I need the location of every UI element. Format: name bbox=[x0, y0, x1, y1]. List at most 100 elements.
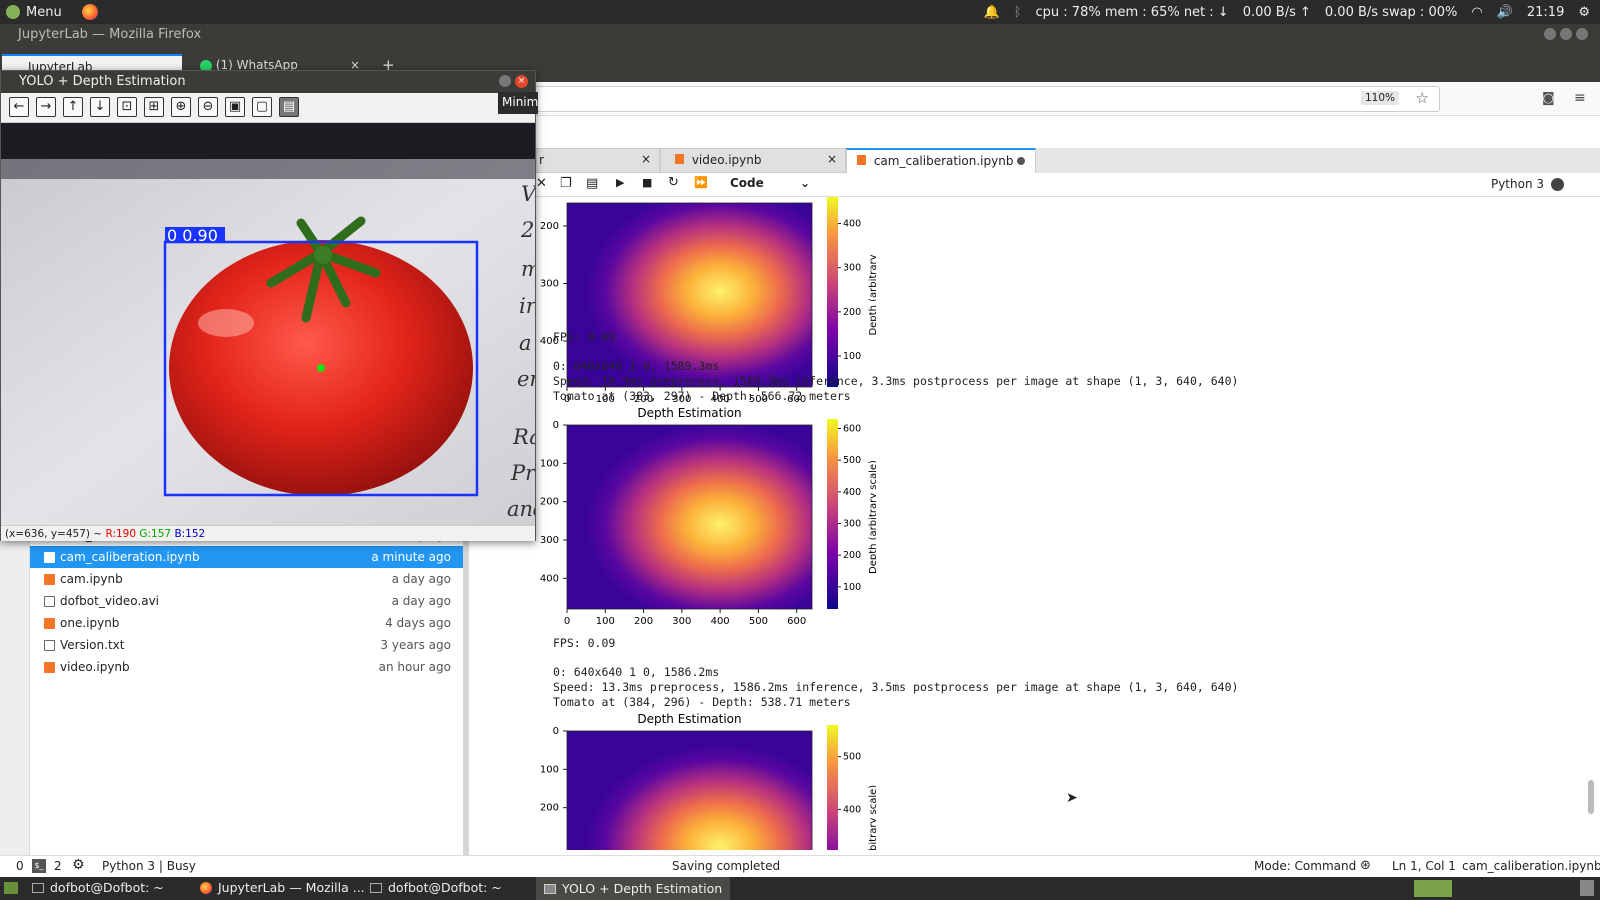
run-all-icon[interactable]: ⏩ bbox=[694, 176, 708, 189]
detection-center-point bbox=[317, 364, 325, 372]
close-tab-icon[interactable]: × bbox=[827, 152, 837, 166]
kernel-status[interactable]: Python 3 | Busy bbox=[102, 859, 196, 873]
x-tick-label: 0 bbox=[564, 616, 570, 627]
firefox-window-controls bbox=[1544, 28, 1588, 40]
close-window-button[interactable]: × bbox=[515, 75, 528, 88]
pan-left-icon[interactable]: ← bbox=[9, 97, 29, 117]
cursor-position[interactable]: Ln 1, Col 1 bbox=[1392, 859, 1456, 873]
pan-right-icon[interactable]: → bbox=[36, 97, 56, 117]
paste-icon[interactable]: ▤ bbox=[586, 176, 598, 191]
pocket-icon[interactable]: ◙ bbox=[1542, 91, 1555, 106]
menu-label: Menu bbox=[26, 4, 62, 20]
run-icon[interactable]: ▶ bbox=[616, 176, 624, 189]
taskbar-item-yolo[interactable]: YOLO + Depth Estimation bbox=[536, 877, 731, 900]
zoom-level[interactable]: 110% bbox=[1360, 91, 1399, 105]
detection-output-2: 0: 640x640 1 0, 1586.2ms bbox=[553, 665, 720, 679]
taskbar-item-terminal-2[interactable]: dofbot@Dofbot: ~ bbox=[370, 880, 502, 895]
colorbar-tick-label: 100 bbox=[843, 351, 861, 362]
taskbar-item-firefox[interactable]: JupyterLab — Mozilla ... bbox=[200, 880, 365, 895]
zoom-original-icon[interactable]: ⊡ bbox=[117, 97, 137, 117]
terminal-count[interactable]: 0 bbox=[16, 859, 24, 873]
file-row[interactable]: Version.txt 3 years ago bbox=[30, 634, 463, 656]
show-desktop-icon[interactable] bbox=[4, 882, 18, 894]
x-tick-label: 300 bbox=[672, 616, 691, 627]
maximize-window-button[interactable] bbox=[1560, 28, 1572, 40]
side-text: 2 bbox=[520, 218, 534, 242]
file-row[interactable]: cam.ipynb a day ago bbox=[30, 568, 463, 590]
stop-icon[interactable]: ■ bbox=[642, 176, 652, 189]
notebook-tab-bar: r × video.ipynb × cam_caliberation.ipynb bbox=[536, 148, 1600, 173]
unsaved-dot-icon[interactable] bbox=[1017, 157, 1025, 165]
minimize-window-button[interactable] bbox=[499, 75, 511, 87]
close-window-button[interactable] bbox=[1576, 28, 1588, 40]
copy-icon[interactable]: ❐ bbox=[560, 176, 572, 191]
save-image-icon[interactable]: ▣ bbox=[225, 97, 245, 117]
volume-icon[interactable]: 🔊 bbox=[1497, 5, 1513, 20]
yolo-window-title[interactable]: YOLO + Depth Estimation bbox=[1, 71, 535, 93]
cut-icon[interactable]: ✕ bbox=[536, 176, 547, 191]
y-tick-label: 100 bbox=[540, 458, 559, 469]
pixel-r: R:190 bbox=[105, 528, 137, 540]
terminal-icon bbox=[370, 882, 382, 893]
zoom-fit-icon[interactable]: ⊞ bbox=[144, 97, 164, 117]
file-row[interactable]: one.ipynb 4 days ago bbox=[30, 612, 463, 634]
notebook-toolbar: ✕ ❐ ▤ ▶ ■ ↻ ⏩ Code ⌄ Python 3 bbox=[536, 173, 1600, 197]
pan-up-icon[interactable]: ↑ bbox=[63, 97, 83, 117]
mode-indicator[interactable]: Mode: Command bbox=[1254, 859, 1356, 873]
pan-down-icon[interactable]: ↓ bbox=[90, 97, 110, 117]
file-row[interactable]: dofbot_video.avi a day ago bbox=[30, 590, 463, 612]
heatmap-title: Depth Estimation bbox=[637, 406, 741, 420]
bookmark-star-icon[interactable]: ☆ bbox=[1416, 89, 1429, 107]
taskbar-item-terminal-1[interactable]: dofbot@Dofbot: ~ bbox=[32, 880, 164, 895]
bluetooth-icon[interactable]: ᛒ bbox=[1014, 5, 1022, 20]
settings-gear-icon[interactable]: ⚙ bbox=[1578, 5, 1590, 20]
y-tick-label: 0 bbox=[553, 726, 559, 737]
tab-video-ipynb[interactable]: video.ipynb × bbox=[660, 148, 846, 173]
minimize-window-button[interactable] bbox=[1544, 28, 1556, 40]
zoom-in-icon[interactable]: ⊕ bbox=[171, 97, 191, 117]
file-modified: a minute ago bbox=[371, 550, 451, 564]
hamburger-menu-icon[interactable]: ≡ bbox=[1574, 90, 1586, 106]
side-text: V bbox=[521, 182, 535, 206]
wifi-icon[interactable]: ◠ bbox=[1471, 5, 1482, 20]
side-text: Ra bbox=[512, 425, 535, 449]
pixel-g: G:157 bbox=[139, 528, 172, 540]
copy-image-icon[interactable]: ▢ bbox=[252, 97, 272, 117]
file-browser-list: best_float32.tflitea day agocam_calibera… bbox=[30, 528, 463, 855]
chevron-down-icon: ⌄ bbox=[799, 176, 810, 190]
depth-heatmap-2: Depth Estimation 0 100 200 300 400 500 600 0 100 2… bbox=[536, 405, 879, 638]
workspace-switcher[interactable] bbox=[1414, 880, 1452, 897]
side-text: m bbox=[521, 257, 535, 281]
firefox-icon bbox=[200, 881, 212, 894]
trash-icon[interactable] bbox=[1580, 880, 1594, 896]
file-modified: an hour ago bbox=[378, 660, 451, 674]
kernel-count[interactable]: 2 bbox=[54, 859, 62, 873]
notebook-scrollbar[interactable] bbox=[1588, 780, 1594, 814]
firefox-launcher-icon[interactable] bbox=[81, 4, 98, 20]
file-name: cam_caliberation.ipynb bbox=[60, 550, 200, 564]
kernel-name[interactable]: Python 3 bbox=[1491, 177, 1544, 191]
side-text: Pra bbox=[510, 461, 535, 485]
system-menu[interactable]: Menu bbox=[0, 4, 98, 20]
x-tick-label: 400 bbox=[711, 616, 730, 627]
file-row[interactable]: cam_caliberation.ipynb a minute ago bbox=[30, 546, 463, 568]
properties-icon[interactable]: ▤ bbox=[279, 97, 299, 117]
restart-icon[interactable]: ↻ bbox=[668, 175, 679, 190]
bug-icon[interactable]: ⊛ bbox=[1360, 858, 1371, 873]
file-modified: 4 days ago bbox=[385, 616, 451, 630]
depth-heatmap-3: Depth Estimation0100200300400500arbitrar… bbox=[536, 711, 879, 850]
url-bar[interactable]: 110% ☆ bbox=[520, 86, 1440, 112]
cell-type-select[interactable]: Code ⌄ bbox=[730, 176, 810, 190]
close-tab-icon[interactable]: × bbox=[641, 152, 651, 166]
notification-bell-icon[interactable]: 🔔 bbox=[984, 5, 1000, 20]
tab-cam-caliberation-ipynb[interactable]: cam_caliberation.ipynb bbox=[846, 148, 1036, 173]
colorbar-label: arbitrary scale) bbox=[868, 785, 876, 850]
mint-logo-icon bbox=[6, 5, 20, 19]
camera-frame[interactable]: 0 0.90 V 2 m ir a er Ra Pra and bbox=[1, 123, 535, 525]
colorbar-tick-label: 300 bbox=[843, 519, 861, 530]
tomato-output-1: Tomato at (383, 297) - Depth: 566.72 met… bbox=[553, 389, 851, 403]
clock[interactable]: 21:19 bbox=[1527, 5, 1564, 20]
tab-other[interactable]: r × bbox=[536, 148, 660, 173]
file-row[interactable]: video.ipynb an hour ago bbox=[30, 656, 463, 678]
zoom-out-icon[interactable]: ⊖ bbox=[198, 97, 218, 117]
